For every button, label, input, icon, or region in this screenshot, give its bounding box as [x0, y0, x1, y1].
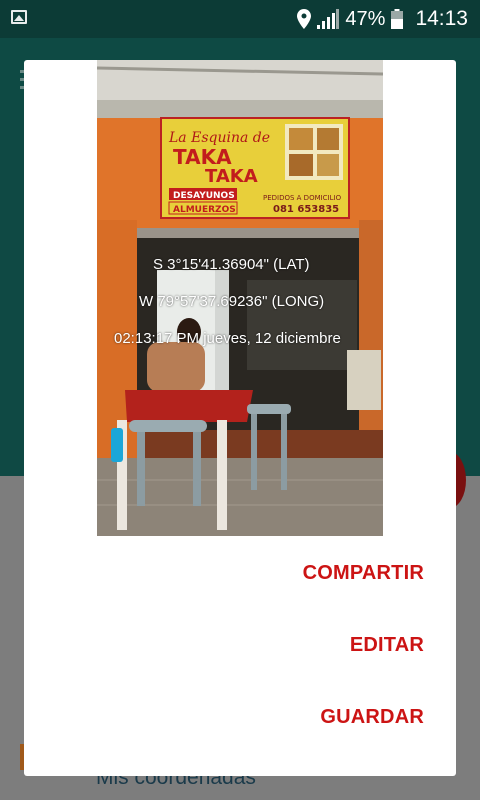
sign-subtitle: La Esquina de — [168, 130, 270, 146]
timestamp-label: 02:13:17 PM jueves, 12 diciembre — [114, 330, 341, 347]
status-bar: 47% 14:13 — [0, 0, 480, 38]
edit-button[interactable]: EDITAR — [350, 634, 424, 657]
status-icons: 47% 14:13 — [297, 6, 468, 32]
sign-delivery: PEDIDOS A DOMICILIO — [263, 194, 342, 202]
save-button[interactable]: GUARDAR — [320, 706, 424, 729]
clock: 14:13 — [415, 7, 468, 30]
sign-lunch: ALMUERZOS — [173, 205, 236, 215]
location-icon — [297, 9, 312, 29]
sign-phone: 081 653835 — [273, 204, 339, 215]
signal-icon — [317, 9, 340, 29]
photo-dialog: La Esquina de TAKA TAKA DESAYUNOS ALMUER… — [24, 60, 456, 776]
image-icon — [11, 10, 27, 24]
sign-breakfast: DESAYUNOS — [173, 191, 235, 201]
sign-title-2: TAKA — [205, 166, 258, 187]
share-button[interactable]: COMPARTIR — [303, 562, 424, 585]
geotagged-photo: La Esquina de TAKA TAKA DESAYUNOS ALMUER… — [97, 60, 383, 536]
battery-percent: 47% — [345, 7, 386, 30]
latitude-label: S 3°15'41.36904" (LAT) — [153, 256, 310, 273]
longitude-label: W 79°57'37.69236" (LONG) — [139, 293, 325, 310]
battery-icon — [391, 9, 404, 29]
